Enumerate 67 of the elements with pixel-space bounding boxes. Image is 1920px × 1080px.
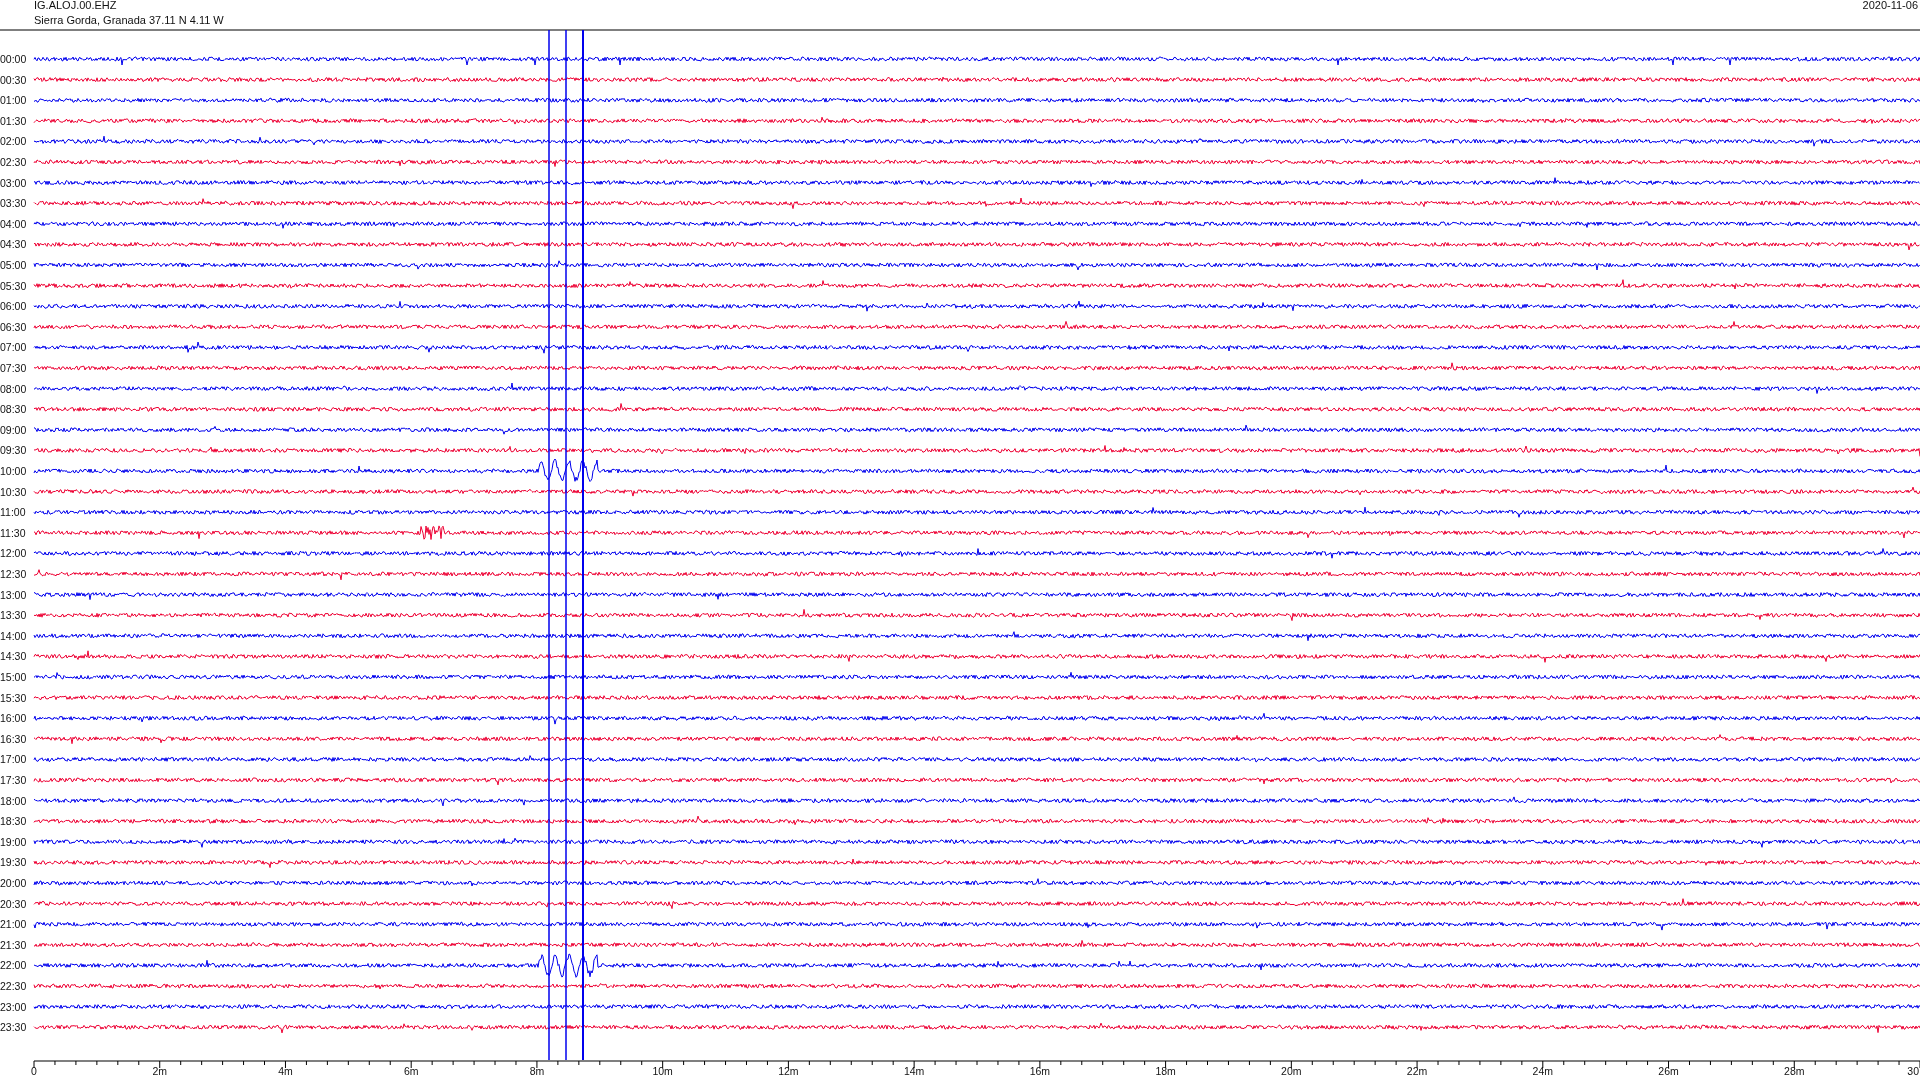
time-label: 06:00 bbox=[0, 300, 27, 313]
time-label: 17:00 bbox=[0, 753, 27, 766]
axis-label: 20m bbox=[1281, 1065, 1302, 1077]
time-label: 00:00 bbox=[0, 53, 27, 65]
time-label: 02:00 bbox=[0, 135, 27, 148]
time-label: 19:00 bbox=[0, 835, 27, 848]
station-code: IG.ALOJ.00.EHZ bbox=[34, 0, 117, 11]
time-label: 09:30 bbox=[0, 444, 27, 457]
time-label: 08:30 bbox=[0, 403, 27, 416]
time-label: 13:30 bbox=[0, 609, 27, 622]
axis-label: 4m bbox=[278, 1065, 293, 1077]
time-label: 00:30 bbox=[0, 73, 27, 86]
time-label: 20:00 bbox=[0, 877, 27, 889]
time-label: 12:00 bbox=[0, 547, 27, 560]
axis-label: 18m bbox=[1155, 1065, 1176, 1077]
axis-label: 26m bbox=[1658, 1065, 1679, 1077]
time-label: 02:30 bbox=[0, 156, 27, 168]
axis-label: 28m bbox=[1784, 1065, 1805, 1077]
time-label: 03:30 bbox=[0, 197, 27, 210]
time-label: 22:00 bbox=[0, 959, 27, 972]
axis-label: 14m bbox=[903, 1065, 925, 1077]
time-label: 04:30 bbox=[0, 238, 27, 251]
time-label: 01:30 bbox=[0, 114, 27, 127]
time-label: 23:30 bbox=[0, 1021, 27, 1034]
time-label: 22:30 bbox=[0, 980, 27, 992]
time-label: 18:30 bbox=[0, 815, 27, 828]
time-label: 21:30 bbox=[0, 938, 27, 951]
time-label: 13:00 bbox=[0, 588, 27, 601]
time-label: 19:30 bbox=[0, 856, 27, 869]
time-label: 16:00 bbox=[0, 712, 27, 725]
time-label: 15:30 bbox=[0, 691, 27, 704]
time-label: 04:00 bbox=[0, 217, 27, 230]
time-label: 15:00 bbox=[0, 671, 27, 683]
time-label: 18:00 bbox=[0, 794, 27, 807]
time-label: 17:30 bbox=[0, 774, 27, 786]
time-label: 10:00 bbox=[0, 465, 27, 477]
time-label: 21:00 bbox=[0, 918, 27, 931]
plot-date: 2020-11-06 bbox=[1862, 0, 1918, 11]
time-label: 20:30 bbox=[0, 897, 27, 910]
time-label: 10:30 bbox=[0, 485, 27, 498]
time-label: 11:00 bbox=[0, 506, 26, 519]
time-label: 12:30 bbox=[0, 568, 27, 580]
axis-label: 12m bbox=[778, 1065, 799, 1077]
time-label: 08:00 bbox=[0, 382, 27, 395]
station-location: Sierra Gorda, Granada 37.11 N 4.11 W bbox=[34, 14, 224, 26]
time-label: 23:00 bbox=[0, 1000, 27, 1013]
time-label: 05:30 bbox=[0, 279, 27, 292]
axis-label: 8m bbox=[529, 1065, 545, 1077]
axis-label: 30 bbox=[1907, 1065, 1919, 1077]
axis-label: 2m bbox=[152, 1065, 168, 1077]
time-label: 14:30 bbox=[0, 650, 27, 663]
axis-label: 10m bbox=[652, 1065, 673, 1077]
axis-label: 16m bbox=[1029, 1065, 1051, 1077]
time-label: 16:30 bbox=[0, 732, 27, 745]
time-label: 09:00 bbox=[0, 423, 27, 436]
axis-label: 6m bbox=[403, 1065, 419, 1077]
axis-label: 22m bbox=[1406, 1065, 1428, 1077]
time-label: 05:00 bbox=[0, 259, 27, 271]
time-label: 01:00 bbox=[0, 94, 27, 107]
time-label: 14:00 bbox=[0, 629, 27, 642]
time-label: 06:30 bbox=[0, 320, 27, 333]
time-label: 07:30 bbox=[0, 362, 27, 374]
time-label: 03:00 bbox=[0, 176, 27, 189]
time-label: 07:00 bbox=[0, 341, 27, 354]
time-label: 11:30 bbox=[0, 526, 26, 539]
axis-label: 24m bbox=[1532, 1065, 1553, 1077]
axis-label: 0 bbox=[31, 1065, 37, 1077]
